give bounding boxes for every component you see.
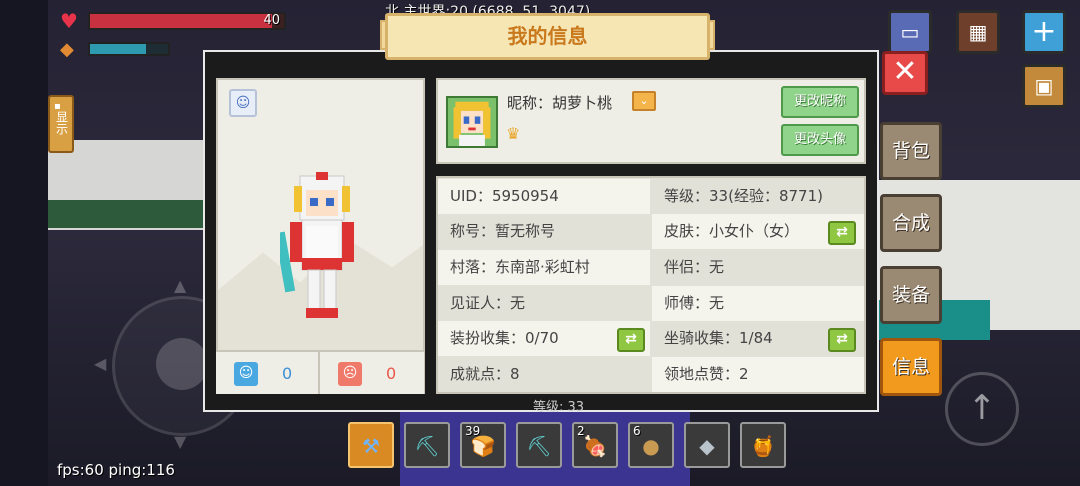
hotbar-slot-tool[interactable]: ⚒ xyxy=(348,422,394,468)
hotbar-slot-ore-icon: ◆ xyxy=(699,434,715,458)
joystick-knob[interactable] xyxy=(156,338,208,390)
info-achievements: 成就点：8 xyxy=(438,357,650,392)
hotbar-slot-pickaxe-icon: ⛏ xyxy=(414,434,440,458)
nickname-badge-icon[interactable]: ⌄ xyxy=(632,91,656,111)
hotbar-slot-honey[interactable]: 🍯 xyxy=(740,422,786,468)
shop-icon[interactable]: ▦ xyxy=(956,10,1000,54)
backpack-tab[interactable]: 背包 xyxy=(880,122,942,180)
hotbar-slot-meat[interactable]: 🍖 2 xyxy=(572,422,618,468)
info-title: 称号：暂无称号 xyxy=(438,214,650,249)
profile-avatar[interactable] xyxy=(446,96,498,148)
chat-bubble-icon: ▪ xyxy=(54,101,61,112)
change-nickname-button[interactable]: 更改昵称 xyxy=(781,86,859,118)
hunger-icon: ◆ xyxy=(60,39,74,60)
jump-button[interactable]: ↑ xyxy=(945,372,1019,446)
info-master: 师傅：无 xyxy=(652,286,864,321)
hunger-bar-fill xyxy=(90,44,147,54)
likes-cell[interactable]: ☺ 0 xyxy=(216,350,320,394)
character-preview-panel xyxy=(216,78,425,394)
hotbar-slot-pickaxe[interactable]: ⛏ xyxy=(404,422,450,468)
joystick-up-arrow-icon: ▲ xyxy=(174,276,187,295)
info-tab[interactable]: 信息 xyxy=(880,338,942,396)
health-bar-fill xyxy=(90,14,273,28)
change-avatar-button[interactable]: 更改头像 xyxy=(781,124,859,156)
fps-ping-readout: fps:60 ping:116 xyxy=(57,461,175,479)
hotbar-slot-tool-icon: ⚒ xyxy=(362,434,380,458)
item-count: 6 xyxy=(633,424,641,438)
skin-switch-icon[interactable]: ⇄ xyxy=(828,221,856,245)
hotbar-slot-pickaxe-2-icon: ⛏ xyxy=(526,434,552,458)
hotbar-slot-ore[interactable]: ◆ xyxy=(684,422,730,468)
sad-face-icon: ☹ xyxy=(338,362,362,386)
mount-switch-icon[interactable]: ⇄ xyxy=(828,328,856,352)
nickname-text: 昵称：胡萝卜桃 xyxy=(507,94,613,112)
heart-icon: ♥ xyxy=(60,9,78,33)
chat-icon[interactable]: ▭ xyxy=(888,10,932,54)
show-tips-label: 显示 xyxy=(54,111,69,135)
info-village: 村落：东南部·彩虹村 xyxy=(438,250,650,285)
item-count: 2 xyxy=(577,424,585,438)
dislikes-count: 0 xyxy=(386,364,397,383)
info-uid: UID：5950954 xyxy=(438,179,650,214)
health-bar: 40 xyxy=(88,12,286,30)
grass-blocks xyxy=(48,200,208,228)
blocks-icon[interactable]: ▣ xyxy=(1022,64,1066,108)
close-button[interactable]: ✕ xyxy=(882,51,928,95)
likes-count: 0 xyxy=(282,364,293,383)
hotbar-slot-pickaxe-2[interactable]: ⛏ xyxy=(516,422,562,468)
hotbar-slot-bread[interactable]: 🍞 39 xyxy=(460,422,506,468)
joystick-left-arrow-icon: ◀ xyxy=(94,354,107,373)
hunger-bar xyxy=(88,42,170,56)
item-count: 39 xyxy=(465,424,481,438)
health-value: 40 xyxy=(263,13,280,28)
equip-tab[interactable]: 装备 xyxy=(880,266,942,324)
dialog-title: 我的信息 xyxy=(385,13,710,60)
info-level: 等级：33(经验：8771) xyxy=(652,179,864,214)
info-witness: 见证人：无 xyxy=(438,286,650,321)
smile-face-icon: ☺ xyxy=(234,362,258,386)
hotbar-slot-potato[interactable]: ● 6 xyxy=(628,422,674,468)
show-tips-tab[interactable]: ▪ 显示 xyxy=(48,95,74,153)
level-label-behind: 等级: 33 xyxy=(533,400,585,415)
joystick-down-arrow-icon: ▼ xyxy=(174,432,187,451)
outfit-icon[interactable]: ☺ xyxy=(229,89,257,117)
hotbar-slot-honey-icon: 🍯 xyxy=(750,434,776,458)
outfit-switch-icon[interactable]: ⇄ xyxy=(617,328,645,352)
dislikes-cell[interactable]: ☹ 0 xyxy=(320,350,424,394)
info-partner: 伴侣：无 xyxy=(652,250,864,285)
crown-icon: ♛ xyxy=(506,124,521,143)
add-icon[interactable]: + xyxy=(1022,10,1066,54)
character-model xyxy=(280,172,354,318)
craft-tab[interactable]: 合成 xyxy=(880,194,942,252)
screen-edge xyxy=(0,0,48,486)
info-land-likes: 领地点赞：2 xyxy=(652,357,864,392)
